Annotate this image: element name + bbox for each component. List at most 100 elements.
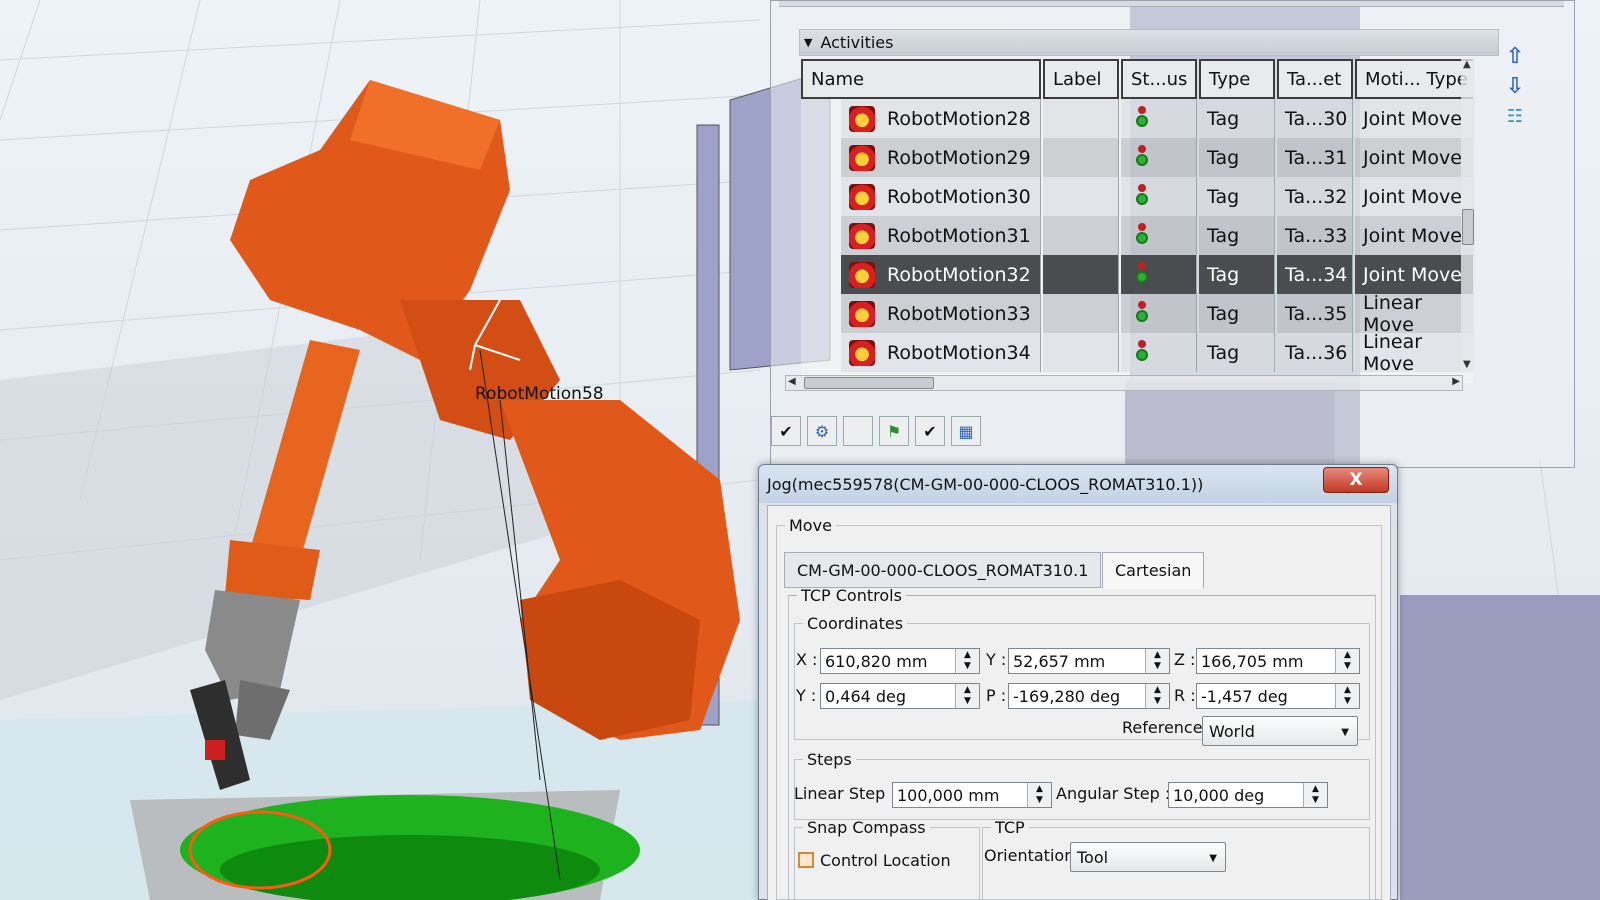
cell-motion-type[interactable]: Linear Move bbox=[1355, 292, 1473, 336]
horizontal-scroll-thumb[interactable] bbox=[804, 377, 934, 389]
cell-target[interactable]: Ta...30 bbox=[1277, 99, 1353, 138]
cell-status[interactable] bbox=[1121, 294, 1197, 333]
scroll-left-icon[interactable]: ◀ bbox=[788, 376, 796, 387]
cell-name[interactable]: RobotMotion29 bbox=[841, 138, 1041, 177]
col-motion-type[interactable]: Moti... Type bbox=[1355, 59, 1473, 99]
cell-label[interactable] bbox=[1043, 177, 1119, 216]
cell-status[interactable] bbox=[1121, 333, 1197, 372]
robot-icon[interactable]: ⚙ bbox=[807, 416, 837, 446]
move-up-icon[interactable]: ⇧ bbox=[1501, 41, 1529, 71]
cell-name[interactable]: RobotMotion32 bbox=[841, 255, 1041, 294]
table-row[interactable]: RobotMotion32 Tag Ta...34 Joint Move bbox=[801, 255, 1473, 294]
cell-name[interactable]: RobotMotion31 bbox=[841, 216, 1041, 255]
activities-table[interactable]: Name Label St...us Type Ta...et Moti... … bbox=[801, 59, 1473, 383]
col-status[interactable]: St...us bbox=[1121, 59, 1197, 99]
cell-target[interactable]: Ta...33 bbox=[1277, 216, 1353, 255]
cell-status[interactable] bbox=[1121, 216, 1197, 255]
table-row[interactable]: RobotMotion29 Tag Ta...31 Joint Move bbox=[801, 138, 1473, 177]
move-down-icon[interactable]: ⇩ bbox=[1501, 71, 1529, 101]
blank-button[interactable] bbox=[843, 416, 873, 446]
teach-icon[interactable]: ⚑ bbox=[879, 416, 909, 446]
yaw-input[interactable]: 0,464 deg ▲ ▼ bbox=[820, 683, 980, 709]
film-icon[interactable]: ▦ bbox=[951, 416, 981, 446]
cell-motion-type[interactable]: Joint Move bbox=[1355, 216, 1473, 255]
cell-motion-type[interactable]: Joint Move bbox=[1355, 99, 1473, 138]
cell-type[interactable]: Tag bbox=[1199, 216, 1275, 255]
x-spinner-icon[interactable]: ▲ ▼ bbox=[955, 649, 979, 673]
col-label[interactable]: Label bbox=[1043, 59, 1119, 99]
cell-motion-type[interactable]: Linear Move bbox=[1355, 331, 1473, 375]
cell-target[interactable]: Ta...35 bbox=[1277, 294, 1353, 333]
scroll-right-icon[interactable]: ▶ bbox=[1452, 376, 1460, 387]
roll-spinner-icon[interactable]: ▲ ▼ bbox=[1335, 684, 1359, 708]
cell-label[interactable] bbox=[1043, 255, 1119, 294]
collapse-triangle-icon[interactable]: ▼ bbox=[804, 36, 812, 49]
cell-status[interactable] bbox=[1121, 255, 1197, 294]
cell-motion-type[interactable]: Joint Move bbox=[1355, 255, 1473, 294]
cell-type[interactable]: Tag bbox=[1199, 99, 1275, 138]
table-row[interactable]: RobotMotion31 Tag Ta...33 Joint Move bbox=[801, 216, 1473, 255]
tab-robot[interactable]: CM-GM-00-000-CLOOS_ROMAT310.1 bbox=[784, 552, 1102, 588]
cell-target[interactable]: Ta...36 bbox=[1277, 333, 1353, 372]
linear-step-spinner-icon[interactable]: ▲ ▼ bbox=[1027, 783, 1051, 807]
row-name-text: RobotMotion31 bbox=[887, 224, 1031, 247]
angular-step-spinner-icon[interactable]: ▲ ▼ bbox=[1303, 783, 1327, 807]
cell-motion-type[interactable]: Joint Move bbox=[1355, 177, 1473, 216]
col-type[interactable]: Type bbox=[1199, 59, 1275, 99]
activities-header[interactable]: ▼ Activities bbox=[799, 29, 1499, 56]
z-input[interactable]: 166,705 mm ▲ ▼ bbox=[1196, 648, 1360, 674]
vertical-scrollbar[interactable]: ▲ ▼ bbox=[1461, 59, 1475, 371]
control-location-checkbox[interactable] bbox=[798, 852, 814, 868]
col-name[interactable]: Name bbox=[801, 59, 1041, 99]
cell-target[interactable]: Ta...31 bbox=[1277, 138, 1353, 177]
cell-status[interactable] bbox=[1121, 177, 1197, 216]
cell-name[interactable]: RobotMotion28 bbox=[841, 99, 1041, 138]
cell-label[interactable] bbox=[1043, 99, 1119, 138]
roll-input[interactable]: -1,457 deg ▲ ▼ bbox=[1196, 683, 1360, 709]
angular-step-value: 10,000 deg bbox=[1173, 785, 1265, 805]
cell-target[interactable]: Ta...34 bbox=[1277, 255, 1353, 294]
cell-label[interactable] bbox=[1043, 138, 1119, 177]
col-target[interactable]: Ta...et bbox=[1277, 59, 1353, 99]
cell-type[interactable]: Tag bbox=[1199, 138, 1275, 177]
cell-label[interactable] bbox=[1043, 216, 1119, 255]
cell-target[interactable]: Ta...32 bbox=[1277, 177, 1353, 216]
yaw-spinner-icon[interactable]: ▲ ▼ bbox=[955, 684, 979, 708]
table-row[interactable]: RobotMotion30 Tag Ta...32 Joint Move bbox=[801, 177, 1473, 216]
cell-type[interactable]: Tag bbox=[1199, 255, 1275, 294]
cell-label[interactable] bbox=[1043, 333, 1119, 372]
pitch-input[interactable]: -169,280 deg ▲ ▼ bbox=[1008, 683, 1170, 709]
check-icon[interactable]: ✔ bbox=[771, 416, 801, 446]
cell-type[interactable]: Tag bbox=[1199, 333, 1275, 372]
table-row[interactable]: RobotMotion34 Tag Ta...36 Linear Move bbox=[801, 331, 1473, 375]
check-icon[interactable]: ✔ bbox=[915, 416, 945, 446]
cell-name[interactable]: RobotMotion33 bbox=[841, 294, 1041, 333]
cell-name[interactable]: RobotMotion34 bbox=[841, 333, 1041, 372]
table-row[interactable]: RobotMotion33 Tag Ta...35 Linear Move bbox=[801, 292, 1473, 336]
scroll-up-icon[interactable]: ▲ bbox=[1463, 59, 1471, 70]
cell-type[interactable]: Tag bbox=[1199, 177, 1275, 216]
scroll-down-icon[interactable]: ▼ bbox=[1463, 359, 1471, 370]
cell-name[interactable]: RobotMotion30 bbox=[841, 177, 1041, 216]
y-spinner-icon[interactable]: ▲ ▼ bbox=[1145, 649, 1169, 673]
cell-status[interactable] bbox=[1121, 138, 1197, 177]
cell-motion-type[interactable]: Joint Move bbox=[1355, 138, 1473, 177]
cell-type[interactable]: Tag bbox=[1199, 294, 1275, 333]
angular-step-input[interactable]: 10,000 deg ▲ ▼ bbox=[1168, 782, 1328, 808]
vertical-scroll-thumb[interactable] bbox=[1462, 209, 1474, 245]
cell-status[interactable] bbox=[1121, 99, 1197, 138]
linear-step-input[interactable]: 100,000 mm ▲ ▼ bbox=[892, 782, 1052, 808]
horizontal-scrollbar[interactable]: ◀ ▶ bbox=[785, 375, 1463, 391]
table-row[interactable]: RobotMotion28 Tag Ta...30 Joint Move bbox=[801, 99, 1473, 138]
hierarchy-icon[interactable]: ☷ bbox=[1501, 101, 1529, 131]
pitch-spinner-icon[interactable]: ▲ ▼ bbox=[1145, 684, 1169, 708]
z-spinner-icon[interactable]: ▲ ▼ bbox=[1335, 649, 1359, 673]
close-button[interactable]: X bbox=[1323, 467, 1389, 493]
tab-cartesian[interactable]: Cartesian bbox=[1102, 552, 1205, 589]
orientation-dropdown[interactable]: Tool ▼ bbox=[1070, 842, 1226, 872]
reference-dropdown[interactable]: World ▼ bbox=[1202, 716, 1358, 746]
roll-value: -1,457 deg bbox=[1201, 686, 1288, 706]
y-input[interactable]: 52,657 mm ▲ ▼ bbox=[1008, 648, 1170, 674]
x-input[interactable]: 610,820 mm ▲ ▼ bbox=[820, 648, 980, 674]
cell-label[interactable] bbox=[1043, 294, 1119, 333]
